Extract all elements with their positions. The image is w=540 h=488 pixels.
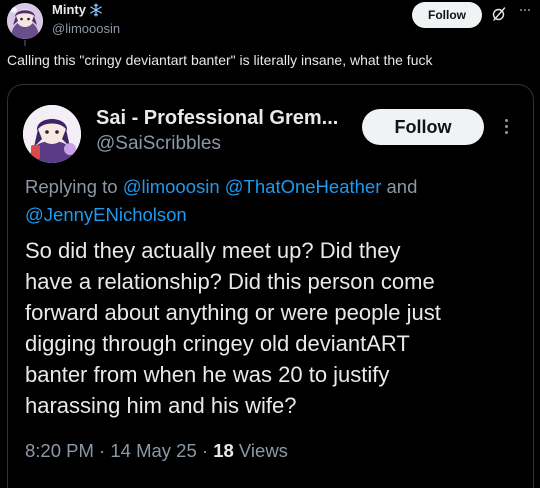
replying-to-line: Replying to @limooosin @ThatOneHeather a… bbox=[25, 173, 505, 229]
post-time[interactable]: 8:20 PM bbox=[25, 440, 94, 461]
outer-name-row: Minty bbox=[52, 2, 103, 17]
avatar[interactable] bbox=[7, 3, 43, 39]
avatar-image bbox=[23, 105, 81, 163]
views-count: 18 bbox=[213, 440, 234, 461]
meta-separator: · bbox=[99, 440, 106, 461]
mention-link[interactable]: @ThatOneHeather bbox=[225, 176, 382, 197]
quoted-post-card[interactable]: Sai - Professional Grem... @SaiScribbles… bbox=[7, 84, 534, 488]
handle[interactable]: @SaiScribbles bbox=[96, 133, 221, 155]
replying-and: and bbox=[386, 176, 418, 197]
mention-link[interactable]: @JennyENicholson bbox=[25, 204, 187, 225]
post-text: Calling this "cringy deviantart banter" … bbox=[7, 52, 433, 68]
grok-icon[interactable] bbox=[491, 6, 507, 22]
snowflake-icon bbox=[89, 2, 103, 17]
more-vertical-icon[interactable] bbox=[501, 115, 511, 137]
tweet-screenshot: Minty @limooosin Follow Calling this "cr… bbox=[0, 0, 540, 488]
post-meta: 8:20 PM · 14 May 25 · 18 Views bbox=[25, 440, 288, 462]
thread-connector bbox=[24, 40, 26, 46]
follow-button[interactable]: Follow bbox=[412, 2, 482, 28]
replying-prefix: Replying to bbox=[25, 176, 118, 197]
avatar[interactable] bbox=[23, 105, 81, 163]
display-name[interactable]: Minty bbox=[52, 2, 86, 17]
avatar-image bbox=[7, 3, 43, 39]
handle[interactable]: @limooosin bbox=[52, 21, 120, 36]
more-horizontal-icon[interactable] bbox=[515, 3, 535, 17]
post-date[interactable]: 14 May 25 bbox=[110, 440, 196, 461]
views-label: Views bbox=[238, 440, 288, 461]
follow-button[interactable]: Follow bbox=[362, 109, 484, 145]
outer-post-header: Minty @limooosin Follow bbox=[0, 0, 540, 46]
mention-link[interactable]: @limooosin bbox=[123, 176, 220, 197]
reply-text: So did they actually meet up? Did they h… bbox=[25, 238, 441, 418]
meta-separator: · bbox=[201, 440, 209, 461]
display-name[interactable]: Sai - Professional Grem... bbox=[96, 107, 338, 130]
